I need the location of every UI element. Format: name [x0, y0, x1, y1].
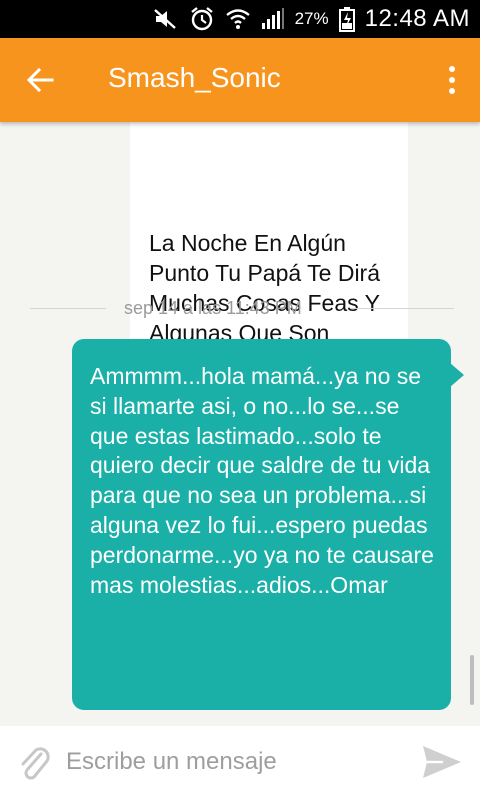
arrow-back-icon: [26, 67, 54, 93]
message-timestamp: sep 14 a las 11:43 PM: [124, 298, 302, 318]
send-button[interactable]: [418, 740, 466, 784]
signal-icon: [261, 8, 285, 30]
overflow-menu-icon: [449, 66, 455, 72]
outgoing-message-bubble[interactable]: Ammmm...hola mamá...ya no se si llamarte…: [72, 339, 464, 710]
app-bar: Smash_Sonic: [0, 38, 480, 122]
wifi-icon: [225, 7, 251, 31]
mute-icon: [153, 7, 179, 31]
overflow-menu-button[interactable]: [440, 60, 464, 100]
battery-percent: 27%: [294, 9, 329, 28]
divider-line: [30, 308, 106, 309]
back-button[interactable]: [18, 60, 62, 100]
bubble-tail: [450, 363, 464, 387]
status-icons: 27% 12:48 AM: [153, 0, 480, 38]
conversation-thread[interactable]: La Noche En Algún Punto Tu Papá Te Dirá …: [0, 122, 480, 726]
alarm-icon: [189, 6, 215, 32]
compose-bar: [0, 726, 480, 800]
scrollbar[interactable]: [470, 655, 474, 705]
overflow-dot: [449, 77, 455, 83]
divider-line: [350, 308, 454, 309]
outgoing-message-text: Ammmm...hola mamá...ya no se si llamarte…: [90, 363, 434, 598]
overflow-dot: [449, 88, 455, 94]
send-icon: [423, 746, 461, 778]
battery-charging-icon: [338, 6, 355, 32]
clock: 12:48 AM: [364, 5, 470, 32]
attach-button[interactable]: [14, 742, 54, 784]
status-bar: 27% 12:48 AM: [0, 0, 480, 38]
contact-name: Smash_Sonic: [108, 62, 281, 93]
timestamp-divider: sep 14 a las 11:43 PM: [0, 294, 480, 324]
message-input[interactable]: [66, 740, 396, 784]
attach-icon: [21, 747, 50, 780]
